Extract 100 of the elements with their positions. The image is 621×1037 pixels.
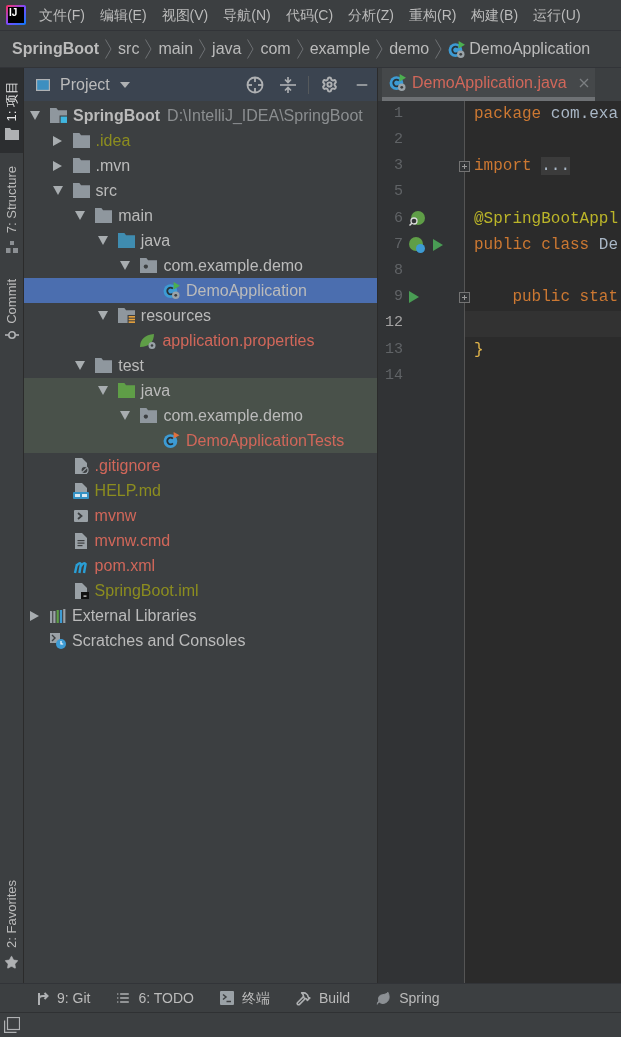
chevron-right-icon [376, 39, 384, 59]
tool-window-tab[interactable]: 7: Structure [0, 153, 23, 266]
chevron-right-icon [435, 39, 443, 59]
menu-item[interactable]: 运行(U) [532, 4, 582, 26]
breadcrumb-item[interactable]: java [212, 37, 242, 61]
tool-window-tab[interactable]: 2: Favorites [0, 867, 23, 983]
tool-window-button[interactable]: Build [293, 987, 354, 1009]
run-icon[interactable] [409, 291, 419, 304]
caret-down-icon [119, 81, 130, 88]
terminal-icon [220, 991, 234, 1005]
tree-item[interactable]: .idea [24, 128, 377, 153]
clock-file-icon [50, 632, 66, 649]
folder-icon [72, 133, 90, 148]
tree-item[interactable]: Scratches and Consoles [24, 628, 377, 653]
menu-item[interactable]: 视图(V) [160, 4, 210, 26]
settings-icon[interactable] [321, 76, 338, 93]
code-line: import ... [474, 156, 571, 178]
caret-down-icon[interactable] [97, 386, 108, 395]
tree-item[interactable]: SpringBoot D:\IntelliJ_IDEA\SpringBoot [24, 103, 377, 128]
tree-item[interactable]: mvnw.cmd [24, 528, 377, 553]
folder-icon [117, 233, 135, 248]
tool-window-tab[interactable]: 1: 项目 [0, 68, 23, 154]
tree-item[interactable]: .gitignore [24, 453, 377, 478]
caret-down-icon[interactable] [52, 186, 63, 195]
menu-item[interactable]: 代码(C) [284, 4, 335, 26]
chevron-right-icon [296, 39, 304, 59]
breadcrumb-item[interactable]: com [260, 37, 291, 61]
fold-icon[interactable] [459, 291, 470, 303]
bean-icon[interactable] [409, 210, 425, 227]
code-line: public class De [474, 235, 619, 257]
tree-item[interactable]: src [24, 178, 377, 203]
tool-window-button[interactable]: 6: TODO [113, 987, 197, 1009]
collapse-all-icon[interactable] [280, 76, 296, 93]
chevron-right-icon [145, 39, 153, 59]
chevron-right-icon [105, 39, 113, 59]
terminal-icon [72, 507, 89, 524]
caret-down-icon[interactable] [97, 236, 108, 245]
tree-item[interactable]: resources [24, 303, 377, 328]
class-icon [163, 282, 180, 299]
list-icon [116, 991, 131, 1005]
breadcrumb-item[interactable]: SpringBoot [12, 37, 100, 61]
breadcrumb-item[interactable]: src [118, 37, 140, 61]
caret-right-icon[interactable] [30, 610, 39, 621]
class-icon [163, 432, 180, 449]
code-line: @SpringBootAppl [474, 208, 619, 230]
markdown-file-icon [72, 482, 89, 499]
package-icon [140, 258, 158, 273]
tool-window-button[interactable]: Spring [373, 987, 443, 1009]
fold-icon[interactable] [459, 160, 470, 172]
tree-item[interactable]: com.example.demo [24, 403, 377, 428]
caret-down-icon[interactable] [97, 311, 108, 320]
menu-item[interactable]: 分析(Z) [347, 4, 395, 26]
breadcrumb-item[interactable]: DemoApplication [448, 37, 591, 61]
menu-item[interactable]: 编辑(E) [98, 4, 148, 26]
tree-item[interactable]: application.properties [24, 328, 377, 353]
menu-item[interactable]: 导航(N) [222, 4, 272, 26]
folder-path: D:\IntelliJ_IDEA\SpringBoot [167, 105, 363, 126]
tree-item[interactable]: HELP.md [24, 478, 377, 503]
caret-right-icon[interactable] [52, 135, 62, 146]
class-icon [389, 74, 406, 91]
code-line: public stat [511, 287, 619, 309]
tree-item[interactable]: mvnw [24, 503, 377, 528]
tree-item[interactable]: .mvn [24, 153, 377, 178]
run-icon[interactable] [433, 239, 443, 252]
tree-item[interactable]: java [24, 228, 377, 253]
tree-item[interactable]: java [24, 378, 377, 403]
breadcrumb-item[interactable]: example [309, 37, 371, 61]
breadcrumb-item[interactable]: demo [389, 37, 430, 61]
folder-icon [4, 128, 19, 141]
tree-item[interactable]: pom.xml [24, 553, 377, 578]
breadcrumb-item[interactable]: main [158, 37, 194, 61]
caret-right-icon[interactable] [52, 160, 62, 171]
tree-item[interactable]: com.example.demo [24, 253, 377, 278]
structure-icon [5, 240, 18, 253]
caret-down-icon[interactable] [120, 411, 131, 420]
tool-window-button[interactable]: 终端 [217, 987, 273, 1009]
leaf-icon [376, 990, 392, 1006]
bean-icon[interactable] [409, 237, 425, 254]
tree-item[interactable]: main [24, 203, 377, 228]
tool-window-button[interactable]: 9: Git [34, 987, 94, 1009]
tool-window-tab[interactable]: Commit [0, 265, 23, 354]
folder-icon [72, 183, 90, 198]
library-icon [50, 607, 66, 624]
chevron-right-icon [199, 39, 207, 59]
menu-item[interactable]: 重构(R) [408, 4, 458, 26]
crosshair-icon[interactable] [246, 75, 264, 94]
file-icon [72, 582, 89, 599]
tree-item[interactable]: External Libraries [24, 603, 377, 628]
caret-down-icon[interactable] [120, 261, 131, 270]
tree-item[interactable]: test [24, 353, 377, 378]
app-logo: IJ [6, 5, 26, 25]
menu-item[interactable]: 构建(B) [470, 4, 520, 26]
caret-down-icon[interactable] [75, 211, 86, 220]
menu-item[interactable]: 文件(F) [38, 4, 86, 26]
project-view-dropdown[interactable]: Project [36, 72, 130, 97]
tree-item[interactable]: SpringBoot.iml [24, 578, 377, 603]
panel-toggle-icon[interactable] [4, 1017, 20, 1033]
caret-down-icon[interactable] [30, 111, 40, 120]
leaf-icon [140, 332, 157, 349]
caret-down-icon[interactable] [75, 361, 86, 370]
